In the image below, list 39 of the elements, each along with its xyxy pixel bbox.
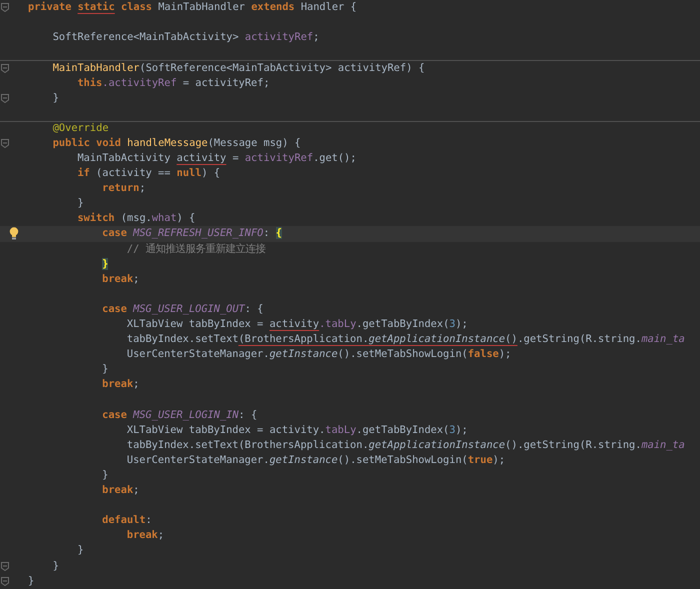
code-line: } xyxy=(28,574,34,589)
code-line: return; xyxy=(102,181,146,196)
fold-marker-icon[interactable] xyxy=(1,3,9,12)
code-line: public void handleMessage(Message msg) { xyxy=(52,136,301,151)
code-line: case MSG_REFRESH_USER_INFO: { xyxy=(102,226,282,242)
code-line: UserCenterStateManager.getInstance().setMeTabShowLogin(false); xyxy=(126,347,512,362)
fold-marker-icon[interactable] xyxy=(1,562,9,571)
code-line: } xyxy=(52,558,59,574)
code-line: break; xyxy=(126,528,164,544)
code-line: tabByIndex.setText(BrothersApplication.getApplicationInstance().getString(R.string.main_ta xyxy=(126,438,685,453)
code-line: MainTabActivity activity = activityRef.get(); xyxy=(77,150,356,166)
code-line: case MSG_USER_LOGIN_OUT: { xyxy=(102,302,264,317)
code-line: } xyxy=(102,362,108,378)
lightbulb-icon[interactable] xyxy=(9,227,19,240)
fold-marker-icon[interactable] xyxy=(1,64,9,73)
code-line: break; xyxy=(102,272,140,287)
code-line: } xyxy=(77,543,84,558)
code-comment: // 通知推送服务重新建立连接 xyxy=(126,242,266,257)
code-line: this.activityRef = activityRef; xyxy=(77,76,270,91)
code-line: case MSG_USER_LOGIN_IN: { xyxy=(102,408,258,423)
code-line: break; xyxy=(102,377,140,392)
fold-marker-icon[interactable] xyxy=(1,138,9,148)
code-line: UserCenterStateManager.getInstance().setMeTabShowLogin(true); xyxy=(126,452,506,468)
fold-marker-icon[interactable] xyxy=(1,94,9,103)
code-line: } xyxy=(102,468,108,483)
fold-marker-icon[interactable] xyxy=(1,576,9,586)
code-line: break; xyxy=(102,483,140,498)
code-line: SoftReference<MainTabActivity> activityRef; xyxy=(52,30,320,46)
code-line: default: xyxy=(102,513,152,528)
code-line: } xyxy=(77,196,84,212)
code-line: tabByIndex.setText(BrothersApplication.getApplicationInstance().getString(R.string.main_ta xyxy=(126,332,685,348)
code-line: switch (msg.what) { xyxy=(77,211,196,226)
code-line: private static class MainTabHandler extends Handler { xyxy=(28,0,357,16)
code-line: if (activity == null) { xyxy=(77,166,220,182)
code-line: MainTabHandler(SoftReference<MainTabActivity> activityRef) { xyxy=(52,60,425,76)
code-line: @Override xyxy=(52,121,109,136)
code-line: XLTabView tabByIndex = activity.tabLy.getTabByIndex(3); xyxy=(126,422,468,438)
code-line: } xyxy=(52,90,59,106)
code-line: XLTabView tabByIndex = activity.tabLy.getTabByIndex(3); xyxy=(126,317,468,332)
